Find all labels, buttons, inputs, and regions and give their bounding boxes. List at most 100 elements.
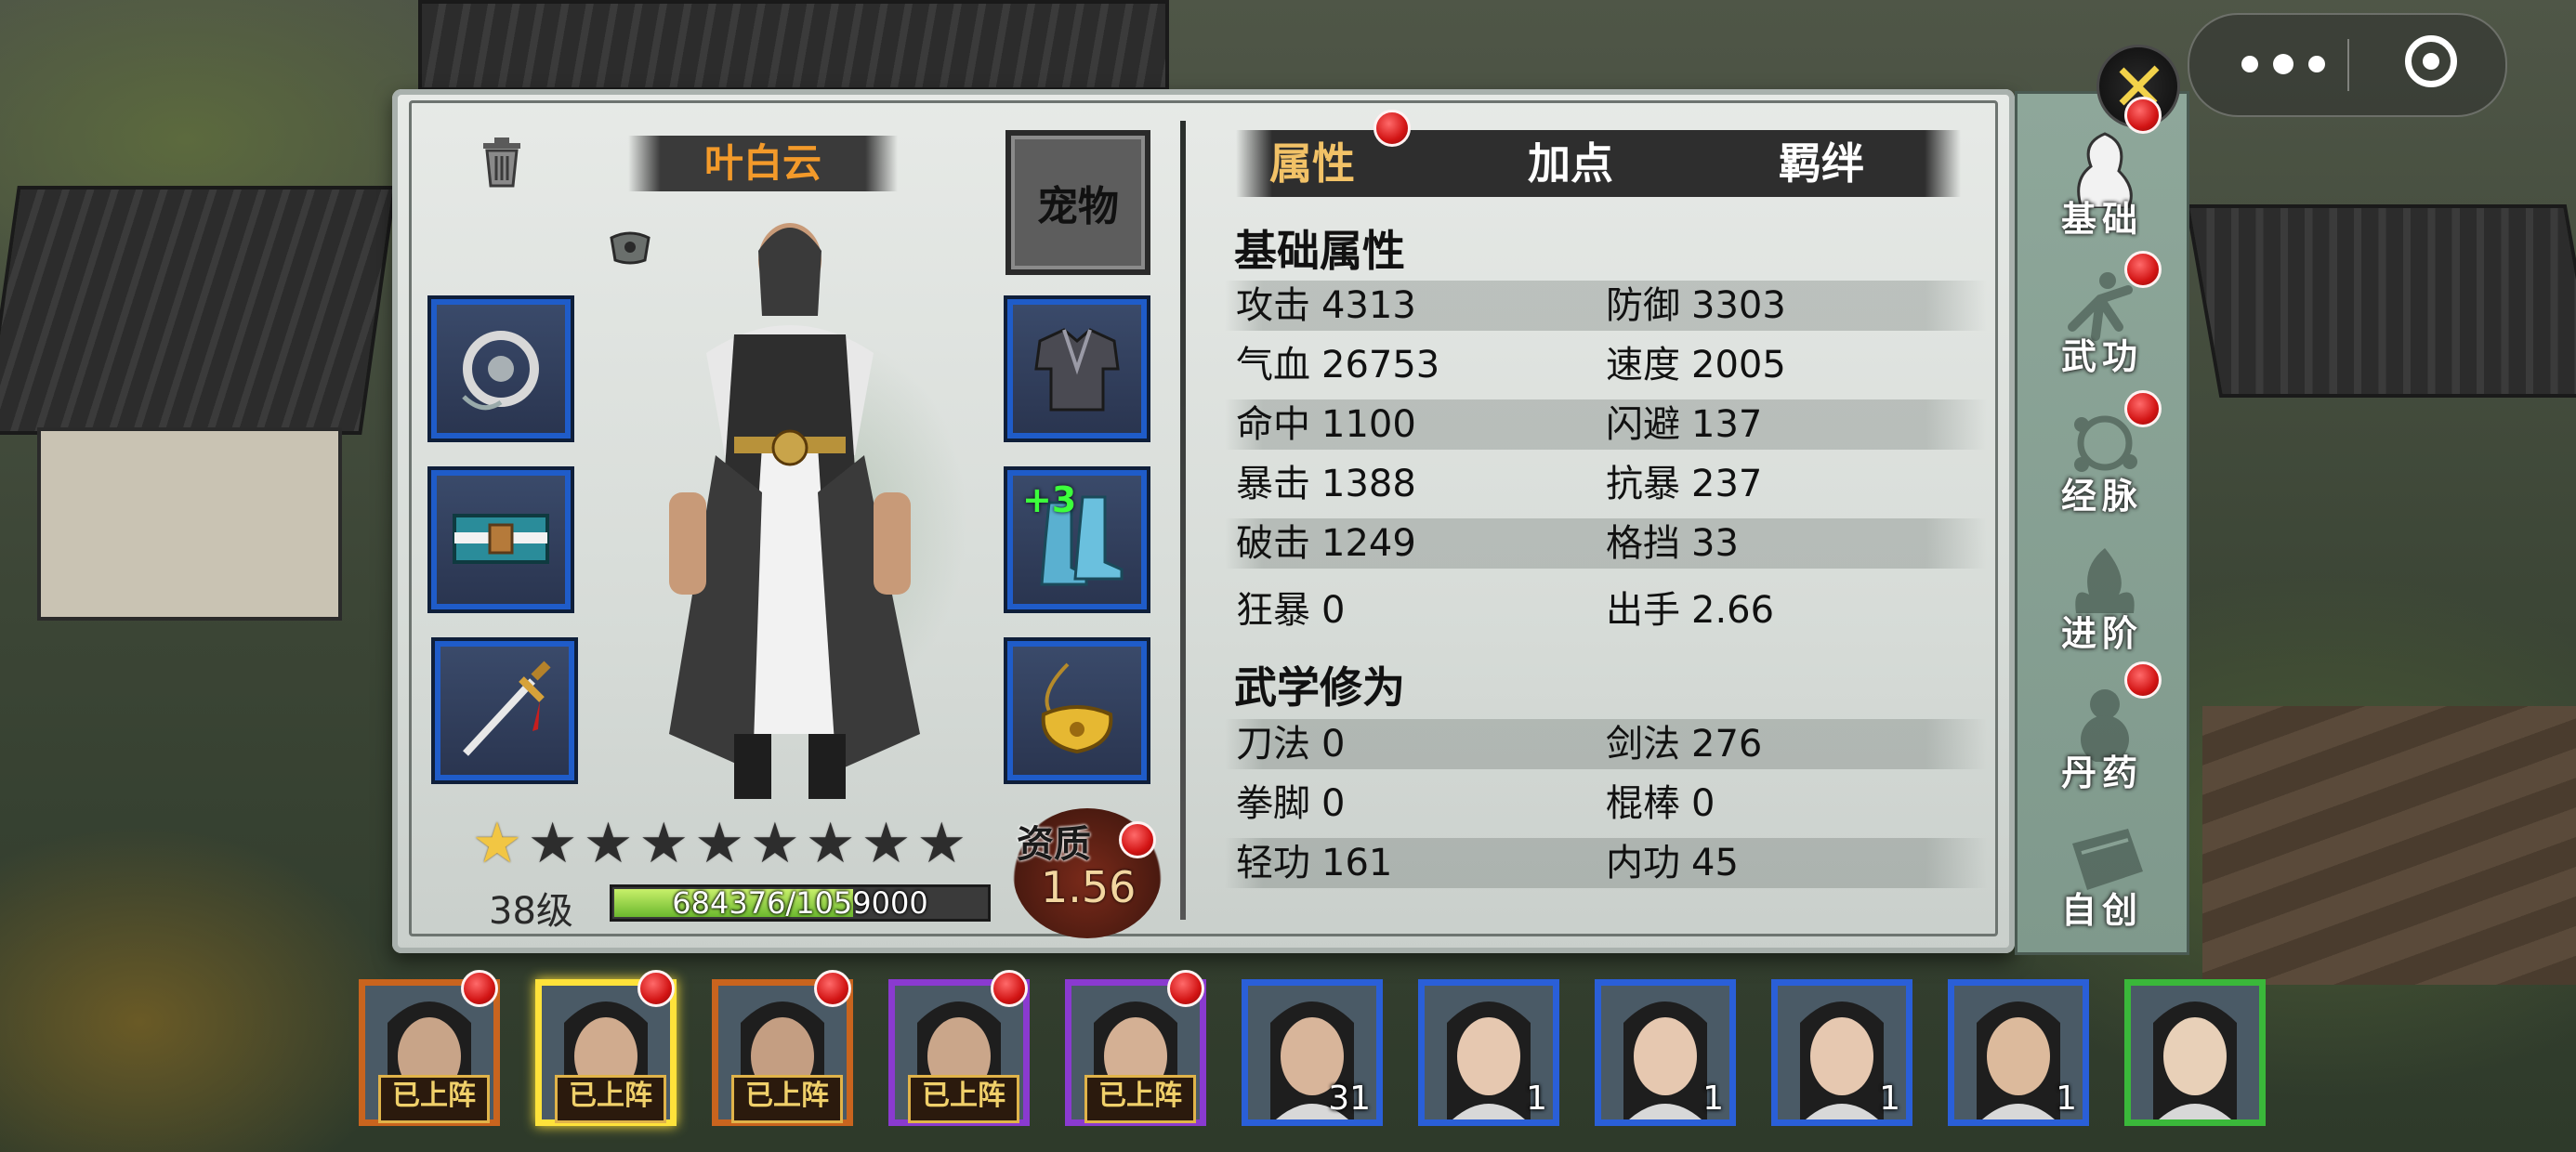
stat-cell: 刀法 0 (1236, 719, 1345, 769)
stat-label: 剑法 (1606, 723, 1680, 766)
stat-row: 命中 1100 闪避 137 (1225, 399, 1987, 450)
stat-value: 33 (1691, 522, 1739, 565)
nav-label: 进阶 (2060, 613, 2143, 654)
tab-bonds[interactable]: 羁绊 (1779, 130, 1864, 197)
hero-count: 1 (1702, 1080, 1724, 1118)
stat-value: 4313 (1321, 284, 1416, 327)
robe-icon (1034, 328, 1120, 412)
tab-attributes[interactable]: 属性 (1269, 130, 1355, 197)
stat-cell: 棍棒 0 (1606, 779, 1715, 829)
aptitude-badge (1119, 821, 1156, 858)
stat-value: 3303 (1691, 284, 1786, 327)
hero-badge (991, 970, 1028, 1007)
star-icon: ★ (694, 811, 744, 876)
nav-advance[interactable]: 进阶 (2026, 526, 2178, 665)
stat-value: 2005 (1691, 344, 1786, 386)
stat-cell: 暴击 1388 (1236, 459, 1416, 509)
stat-label: 棍棒 (1606, 782, 1680, 825)
stat-value: 0 (1321, 782, 1346, 825)
martial-attributes-title: 武学修为 (1234, 662, 1405, 713)
aptitude-value: 1.56 (1041, 862, 1137, 912)
stat-cell: 防御 3303 (1606, 281, 1786, 331)
gold-lock-icon (1041, 662, 1113, 754)
stat-label: 闪避 (1606, 403, 1680, 446)
nav-badge (2124, 251, 2162, 288)
equip-slot-accessory[interactable] (431, 299, 571, 439)
exp-text: 684376/1059000 (672, 885, 928, 921)
belt-icon (453, 514, 549, 564)
stat-cell: 抗暴 237 (1606, 459, 1762, 509)
stat-cell: 狂暴 0 (1236, 585, 1345, 635)
close-target-icon[interactable] (2405, 35, 2457, 87)
hero-count: 1 (1879, 1080, 1900, 1118)
panel-divider (1180, 121, 1186, 920)
stat-label: 抗暴 (1606, 463, 1680, 505)
stat-value: 45 (1691, 842, 1739, 884)
stat-cell: 气血 26753 (1236, 340, 1439, 390)
deployed-tag: 已上阵 (1084, 1075, 1196, 1123)
nav-badge (2124, 390, 2162, 427)
stat-label: 暴击 (1236, 463, 1310, 505)
hero-card[interactable] (2124, 979, 2266, 1126)
star-icon: ★ (472, 811, 522, 876)
character-level: 38级 (489, 890, 573, 933)
nav-create[interactable]: 自创 (2026, 803, 2178, 942)
stat-cell: 格挡 33 (1606, 518, 1739, 569)
aptitude-label: 资质 (1017, 823, 1091, 866)
stat-label: 拳脚 (1236, 782, 1310, 825)
equip-slot-ornament[interactable] (1007, 641, 1147, 780)
deployed-tag: 已上阵 (378, 1075, 490, 1123)
stat-row: 刀法 0 剑法 276 (1225, 719, 1987, 769)
tab-attributes-badge (1373, 110, 1411, 147)
stat-cell: 速度 2005 (1606, 340, 1786, 390)
stat-cell: 命中 1100 (1236, 399, 1416, 450)
equip-slot-weapon[interactable] (435, 641, 574, 780)
more-icon[interactable] (2241, 54, 2325, 74)
hero-count: 31 (1328, 1080, 1371, 1118)
pet-button[interactable]: 宠物 (1005, 130, 1150, 275)
hero-card[interactable]: 31 (1242, 979, 1383, 1126)
nav-badge (2124, 661, 2162, 699)
deployed-tag: 已上阵 (908, 1075, 1019, 1123)
stat-cell: 拳脚 0 (1236, 779, 1345, 829)
stat-value: 1388 (1321, 463, 1416, 505)
hero-card[interactable]: 1 (1595, 979, 1736, 1126)
stat-value: 2.66 (1691, 589, 1775, 632)
equip-slot-belt[interactable] (431, 470, 571, 609)
character-portrait (669, 223, 920, 799)
stat-row: 气血 26753 速度 2005 (1225, 340, 1987, 390)
stat-value: 276 (1691, 723, 1763, 766)
hero-card[interactable]: 1 (1771, 979, 1912, 1126)
stat-value: 1100 (1321, 403, 1416, 446)
stat-row: 暴击 1388 抗暴 237 (1225, 459, 1987, 509)
deployed-tag: 已上阵 (731, 1075, 843, 1123)
trash-icon[interactable] (480, 136, 524, 188)
exp-bar: 684376/1059000 (610, 884, 991, 922)
equip-slot-armor[interactable] (1007, 299, 1147, 439)
stat-value: 137 (1691, 403, 1763, 446)
nav-basic[interactable]: 基础 (2026, 111, 2178, 251)
stat-cell: 出手 2.66 (1606, 585, 1774, 635)
hero-card[interactable]: 1 (1418, 979, 1559, 1126)
hero-count: 1 (1526, 1080, 1547, 1118)
character-name: 叶白云 (628, 136, 898, 191)
crop-field (2202, 706, 2576, 985)
hero-card[interactable]: 1 (1948, 979, 2089, 1126)
hero-badge (814, 970, 851, 1007)
stat-cell: 攻击 4313 (1236, 281, 1416, 331)
hero-count: 1 (2056, 1080, 2077, 1118)
hero-badge (637, 970, 675, 1007)
stat-value: 0 (1691, 782, 1715, 825)
tab-add-points[interactable]: 加点 (1528, 130, 1613, 197)
jade-pendant-icon (462, 331, 539, 411)
star-icon: ★ (527, 811, 578, 876)
stat-label: 攻击 (1236, 284, 1310, 327)
star-icon: ★ (805, 811, 856, 876)
star-rating: ★ ★ ★ ★ ★ ★ ★ ★ ★ (472, 816, 966, 871)
stat-cell: 破击 1249 (1236, 518, 1416, 569)
nav-label: 丹药 (2060, 753, 2143, 793)
stat-label: 防御 (1606, 284, 1680, 327)
stat-row: 破击 1249 格挡 33 (1225, 518, 1987, 569)
stat-value: 26753 (1321, 344, 1440, 386)
stat-value: 0 (1321, 723, 1346, 766)
